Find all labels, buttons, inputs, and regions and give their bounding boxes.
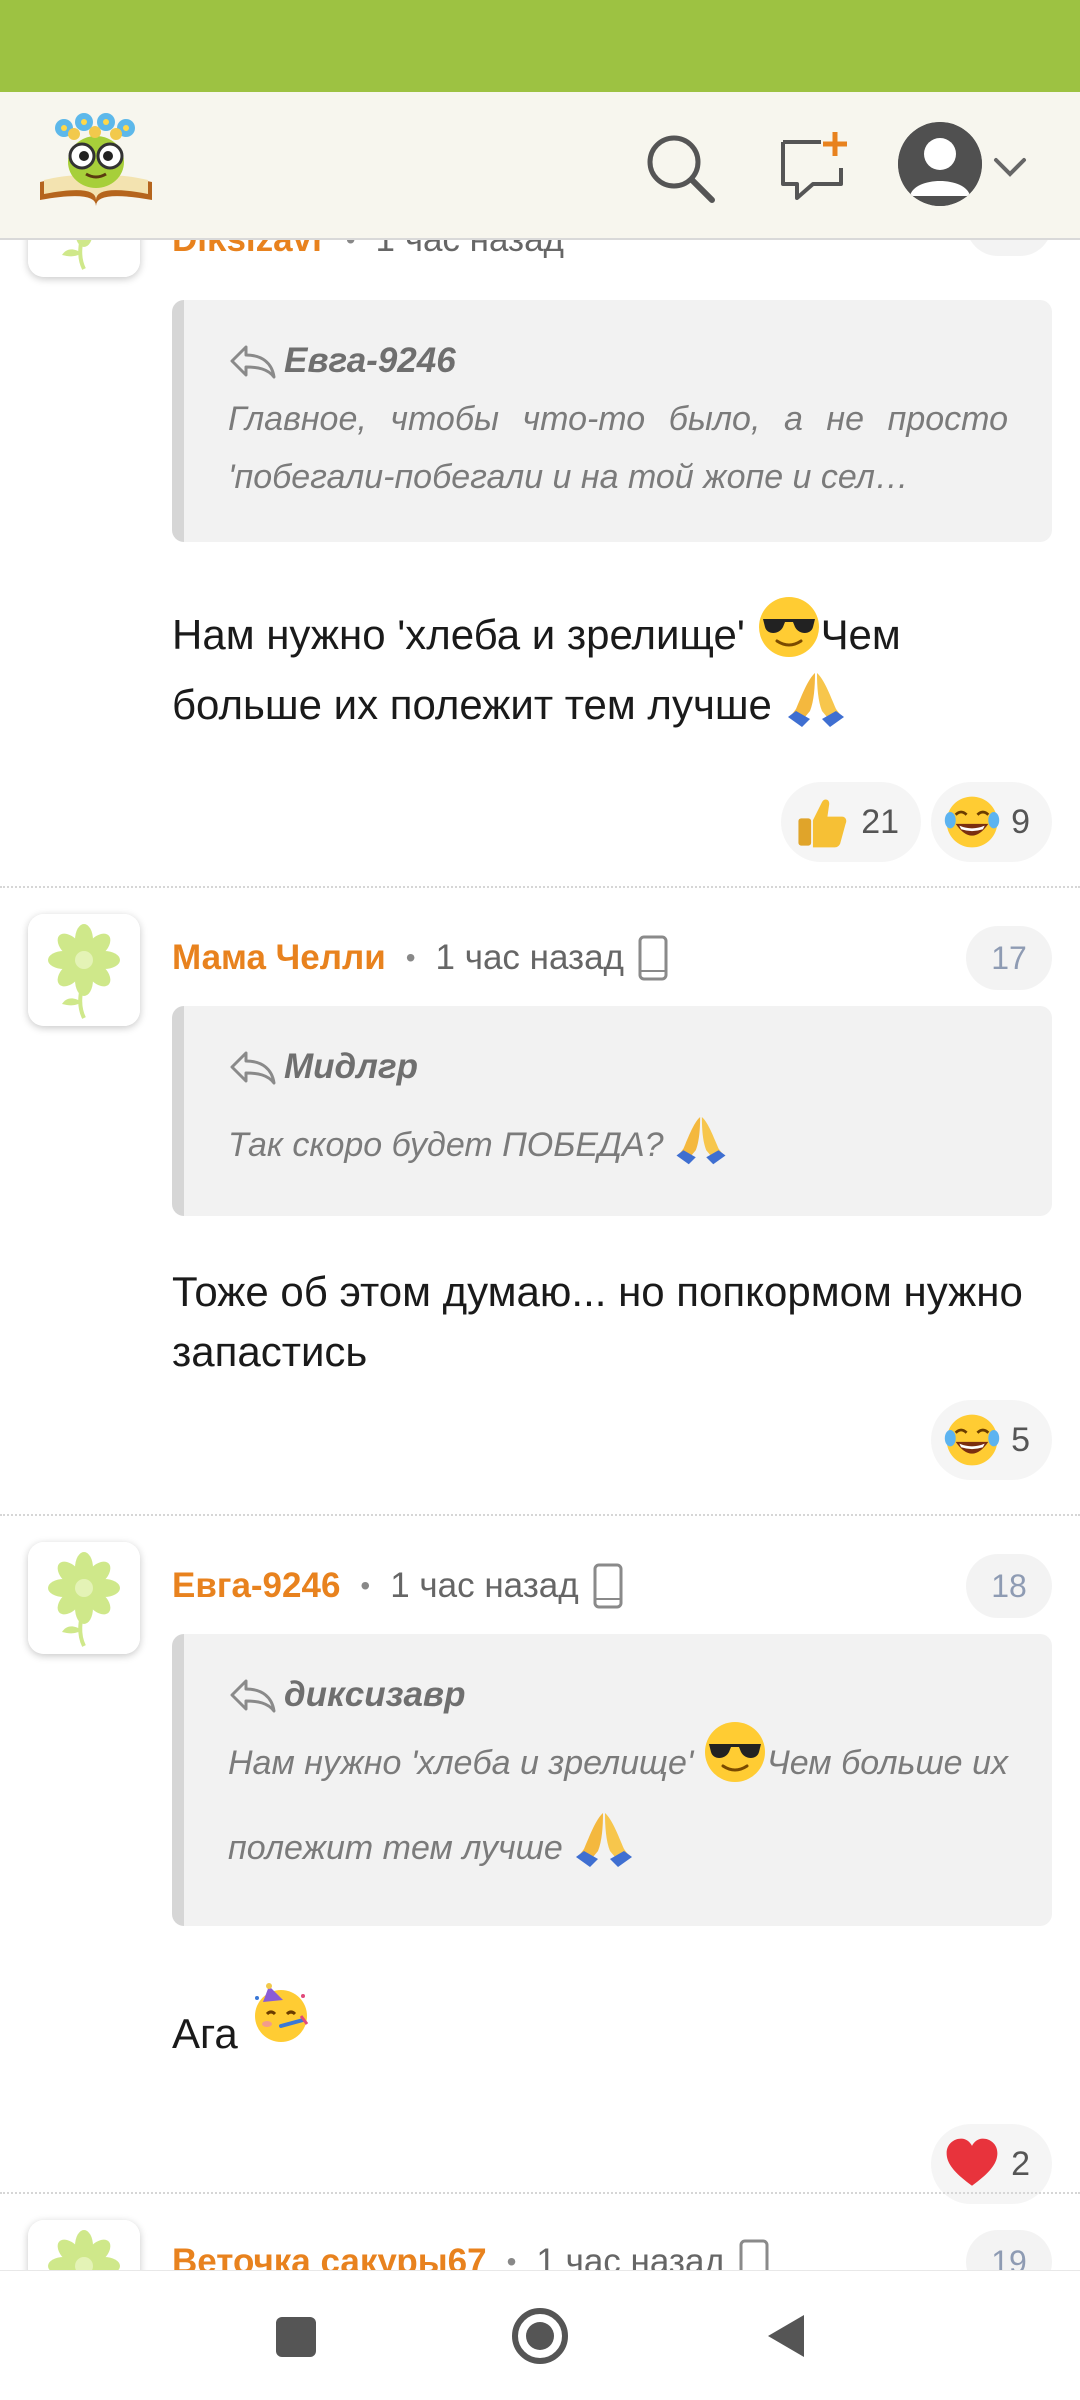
quote-text-part: Так скоро будет ПОБЕДА? — [228, 1126, 664, 1164]
home-circle-icon[interactable] — [505, 2301, 575, 2371]
comment-header: Мама Челли • 1 час назад — [172, 928, 668, 988]
reactions: 5 — [931, 1400, 1052, 1480]
reaction-count: 5 — [1011, 1420, 1030, 1459]
reaction-count: 2 — [1011, 2144, 1030, 2183]
heart-icon — [946, 2138, 998, 2186]
book-mascot-logo[interactable] — [34, 108, 158, 208]
search-icon[interactable] — [640, 128, 720, 208]
quote-block[interactable]: Мидлгр Так скоро будет ПОБЕДА? — [172, 1006, 1052, 1216]
comment-time: 1 час назад — [536, 2242, 725, 2270]
separator-dot: • — [360, 1570, 371, 1601]
chevron-down-icon[interactable] — [990, 152, 1030, 182]
user-avatar-icon[interactable] — [898, 122, 982, 206]
comment-time: 1 час назад — [435, 938, 624, 977]
quote-author-name: Евга-9246 — [284, 341, 456, 380]
system-navigation-bar — [0, 2270, 1080, 2400]
comment-header: Diksizavr • 1 час назад — [172, 240, 564, 270]
comment-number[interactable]: 16 — [966, 240, 1052, 256]
comment-author[interactable]: Diksizavr — [172, 240, 326, 260]
thumbs-up-icon — [798, 799, 847, 848]
reaction-laughing[interactable]: 5 — [931, 1400, 1052, 1480]
comment-text: Нам нужно 'хлеба и зрелище' Чем больше и… — [172, 595, 1032, 735]
reply-arrow-icon — [230, 1051, 276, 1085]
reaction-count: 21 — [861, 802, 900, 841]
mobile-device-icon — [593, 1563, 623, 1609]
comment-header: Евга-9246 • 1 час назад — [172, 1556, 623, 1616]
comment-number[interactable]: 18 — [966, 1554, 1052, 1618]
comment-divider — [0, 886, 1080, 888]
reply-arrow-icon — [230, 345, 276, 379]
comment-text-part: Нам нужно 'хлеба и зрелище' — [172, 611, 745, 658]
quote-author: Евга-9246 — [228, 336, 1008, 386]
pray-emoji-icon — [572, 1805, 636, 1869]
comment-divider — [0, 2192, 1080, 2194]
avatar[interactable] — [28, 1542, 140, 1654]
comment-header: Веточка сакуры67 • 1 час назад — [172, 2232, 769, 2270]
reaction-laughing[interactable]: 9 — [931, 782, 1052, 862]
comments-feed[interactable]: Diksizavr • 1 час назад 16 Евга-9246 Гла… — [0, 240, 1080, 2270]
quote-text: Нам нужно 'хлеба и зрелище' Чем больше и… — [228, 1720, 1008, 1890]
comment-time: 1 час назад — [390, 1566, 579, 1605]
separator-dot: • — [506, 2246, 517, 2270]
comment-time: 1 час назад — [376, 240, 564, 260]
laughing-tears-icon — [943, 1413, 1001, 1467]
comment-number[interactable]: 19 — [966, 2230, 1052, 2270]
quote-author-name: диксизавр — [284, 1675, 466, 1714]
comment-text: Ага — [172, 1980, 1032, 2064]
mobile-device-icon — [638, 935, 668, 981]
status-bar — [0, 0, 1080, 92]
comment-text-part: Ага — [172, 2010, 238, 2057]
pray-emoji-icon — [673, 1110, 729, 1166]
avatar[interactable] — [28, 2220, 140, 2270]
partying-face-emoji-icon — [249, 1980, 313, 2044]
recents-square-icon[interactable] — [260, 2301, 330, 2371]
comment-divider — [0, 1514, 1080, 1516]
add-chat-icon[interactable] — [775, 128, 855, 208]
quote-text-part: Нам нужно 'хлеба и зрелище' — [228, 1744, 694, 1782]
app-header — [0, 92, 1080, 240]
separator-dot: • — [405, 942, 416, 973]
comment-author[interactable]: Евга-9246 — [172, 1566, 340, 1606]
comment-author[interactable]: Мама Челли — [172, 938, 386, 978]
pray-emoji-icon — [784, 665, 848, 729]
avatar[interactable] — [28, 240, 140, 277]
back-triangle-icon[interactable] — [750, 2301, 820, 2371]
cool-sunglasses-emoji-icon — [703, 1720, 767, 1784]
quote-author: Мидлгр — [228, 1042, 1008, 1092]
comment-author[interactable]: Веточка сакуры67 — [172, 2242, 487, 2270]
quote-block[interactable]: диксизавр Нам нужно 'хлеба и зрелище' Че… — [172, 1634, 1052, 1926]
comment-number[interactable]: 17 — [966, 926, 1052, 990]
reactions: 21 9 — [781, 782, 1052, 862]
quote-text: Главное, чтобы что-то было, а не просто … — [228, 400, 1008, 496]
quote-author-name: Мидлгр — [284, 1047, 419, 1086]
quote-text: Так скоро будет ПОБЕДА? — [228, 1110, 1008, 1174]
laughing-tears-icon — [943, 795, 1001, 849]
quote-author: диксизавр — [228, 1670, 1008, 1720]
reaction-count: 9 — [1011, 802, 1030, 841]
avatar[interactable] — [28, 914, 140, 1026]
comment-text: Тоже об этом думаю... но попкормом нужно… — [172, 1268, 1023, 1375]
quote-block[interactable]: Евга-9246 Главное, чтобы что-то было, а … — [172, 300, 1052, 542]
reply-arrow-icon — [230, 1679, 276, 1713]
cool-sunglasses-emoji-icon — [757, 595, 821, 659]
mobile-device-icon — [739, 2239, 769, 2270]
separator-dot: • — [346, 240, 356, 256]
reaction-thumbs-up[interactable]: 21 — [781, 782, 922, 862]
